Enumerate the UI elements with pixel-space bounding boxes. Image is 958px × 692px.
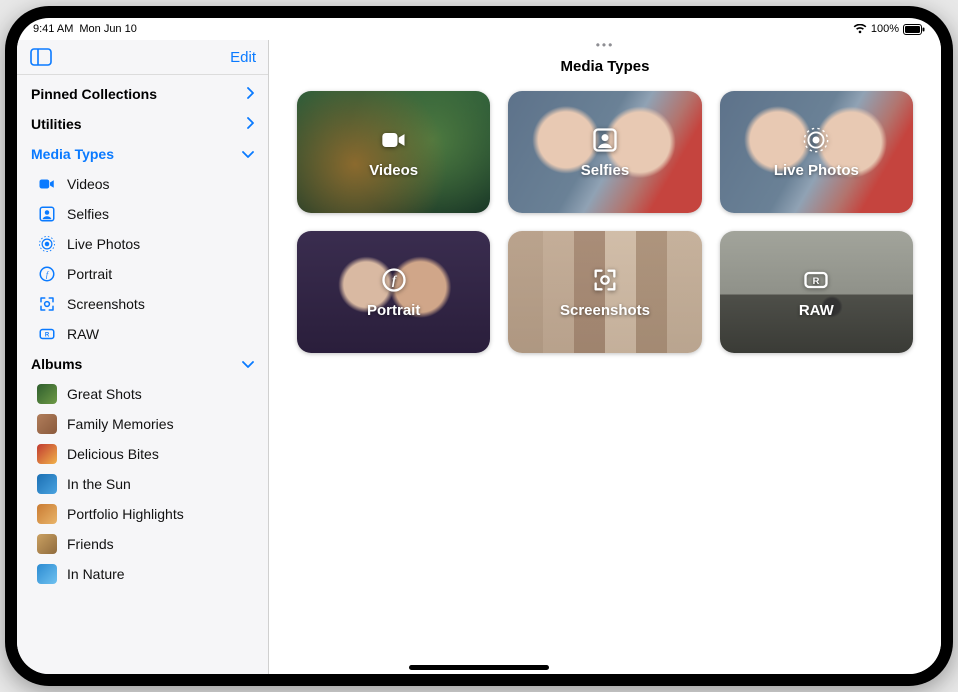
screenshot-icon [37,294,57,314]
section-label: Albums [31,356,82,372]
chevron-down-icon [242,146,254,162]
album-label: In Nature [67,566,125,582]
sidebar-section-media-types[interactable]: Media Types [23,139,262,169]
media-card-portrait[interactable]: f Portrait [297,231,490,353]
sidebar-item-selfie[interactable]: Selfies [23,199,262,229]
album-label: Friends [67,536,114,552]
album-label: Portfolio Highlights [67,506,184,522]
media-type-grid: Videos Selfies Live Photos f Portrait Screens… [269,77,941,353]
chevron-right-icon [246,116,254,132]
sidebar-album-item[interactable]: Friends [23,529,262,559]
svg-text:f: f [392,273,398,287]
album-thumb [37,474,57,494]
sidebar-item-label: Live Photos [67,236,140,252]
media-card-label: Screenshots [560,302,650,319]
svg-text:R: R [45,333,50,339]
selfie-icon [591,126,619,158]
sidebar-item-label: Selfies [67,206,109,222]
live-icon [37,234,57,254]
album-thumb [37,564,57,584]
screenshot-icon [591,266,619,298]
sidebar-toggle-button[interactable] [27,46,55,68]
album-thumb [37,414,57,434]
sidebar-section-utilities[interactable]: Utilities [23,109,262,139]
more-menu-button[interactable]: ••• [596,38,615,52]
sidebar: Edit Pinned Collections Utilities Med [17,40,269,674]
sidebar-section-albums[interactable]: Albums [23,349,262,379]
album-label: Family Memories [67,416,174,432]
status-time: 9:41 AM [33,23,73,35]
album-label: Delicious Bites [67,446,159,462]
status-battery-pct: 100% [871,23,899,35]
sidebar-header: Edit [17,40,268,75]
home-indicator[interactable] [409,665,549,670]
media-card-label: RAW [799,302,834,319]
sidebar-scroll[interactable]: Pinned Collections Utilities Media Types [17,75,268,674]
svg-text:f: f [46,270,50,279]
sidebar-section-pinned[interactable]: Pinned Collections [23,79,262,109]
media-card-raw[interactable]: R RAW [720,231,913,353]
section-label: Media Types [31,146,114,162]
album-label: In the Sun [67,476,131,492]
media-card-live[interactable]: Live Photos [720,91,913,213]
album-thumb [37,534,57,554]
video-icon [380,126,408,158]
sidebar-item-label: Portrait [67,266,112,282]
edit-button[interactable]: Edit [230,49,256,66]
sidebar-item-portrait[interactable]: f Portrait [23,259,262,289]
sidebar-item-live[interactable]: Live Photos [23,229,262,259]
sidebar-item-label: Videos [67,176,110,192]
media-card-selfie[interactable]: Selfies [508,91,701,213]
media-card-video[interactable]: Videos [297,91,490,213]
ipad-frame: 9:41 AM Mon Jun 10 100% Edit Pi [5,6,953,686]
sidebar-item-raw[interactable]: R RAW [23,319,262,349]
wifi-icon [853,24,867,34]
page-title: Media Types [269,58,941,75]
screen: 9:41 AM Mon Jun 10 100% Edit Pi [17,18,941,674]
media-card-label: Selfies [581,162,629,179]
sidebar-album-item[interactable]: In Nature [23,559,262,589]
sidebar-item-video[interactable]: Videos [23,169,262,199]
chevron-down-icon [242,356,254,372]
sidebar-album-item[interactable]: Delicious Bites [23,439,262,469]
svg-text:R: R [813,276,820,286]
sidebar-item-label: RAW [67,326,99,342]
battery-icon [903,24,925,35]
chevron-right-icon [246,86,254,102]
sidebar-album-item[interactable]: In the Sun [23,469,262,499]
album-thumb [37,444,57,464]
media-card-screenshot[interactable]: Screenshots [508,231,701,353]
sidebar-album-item[interactable]: Great Shots [23,379,262,409]
sidebar-album-item[interactable]: Portfolio Highlights [23,499,262,529]
sidebar-item-label: Screenshots [67,296,145,312]
selfie-icon [37,204,57,224]
status-date: Mon Jun 10 [79,23,136,35]
section-label: Utilities [31,116,82,132]
album-label: Great Shots [67,386,142,402]
portrait-icon: f [37,264,57,284]
live-icon [802,126,830,158]
media-card-label: Portrait [367,302,420,319]
portrait-icon: f [380,266,408,298]
sidebar-item-screenshot[interactable]: Screenshots [23,289,262,319]
video-icon [37,174,57,194]
album-thumb [37,504,57,524]
raw-icon: R [37,324,57,344]
album-thumb [37,384,57,404]
media-card-label: Live Photos [774,162,859,179]
raw-icon: R [802,266,830,298]
media-card-label: Videos [369,162,418,179]
main-content: ••• Media Types Videos Selfies Live Photos… [269,40,941,674]
sidebar-album-item[interactable]: Family Memories [23,409,262,439]
section-label: Pinned Collections [31,86,157,102]
status-bar: 9:41 AM Mon Jun 10 100% [17,18,941,40]
